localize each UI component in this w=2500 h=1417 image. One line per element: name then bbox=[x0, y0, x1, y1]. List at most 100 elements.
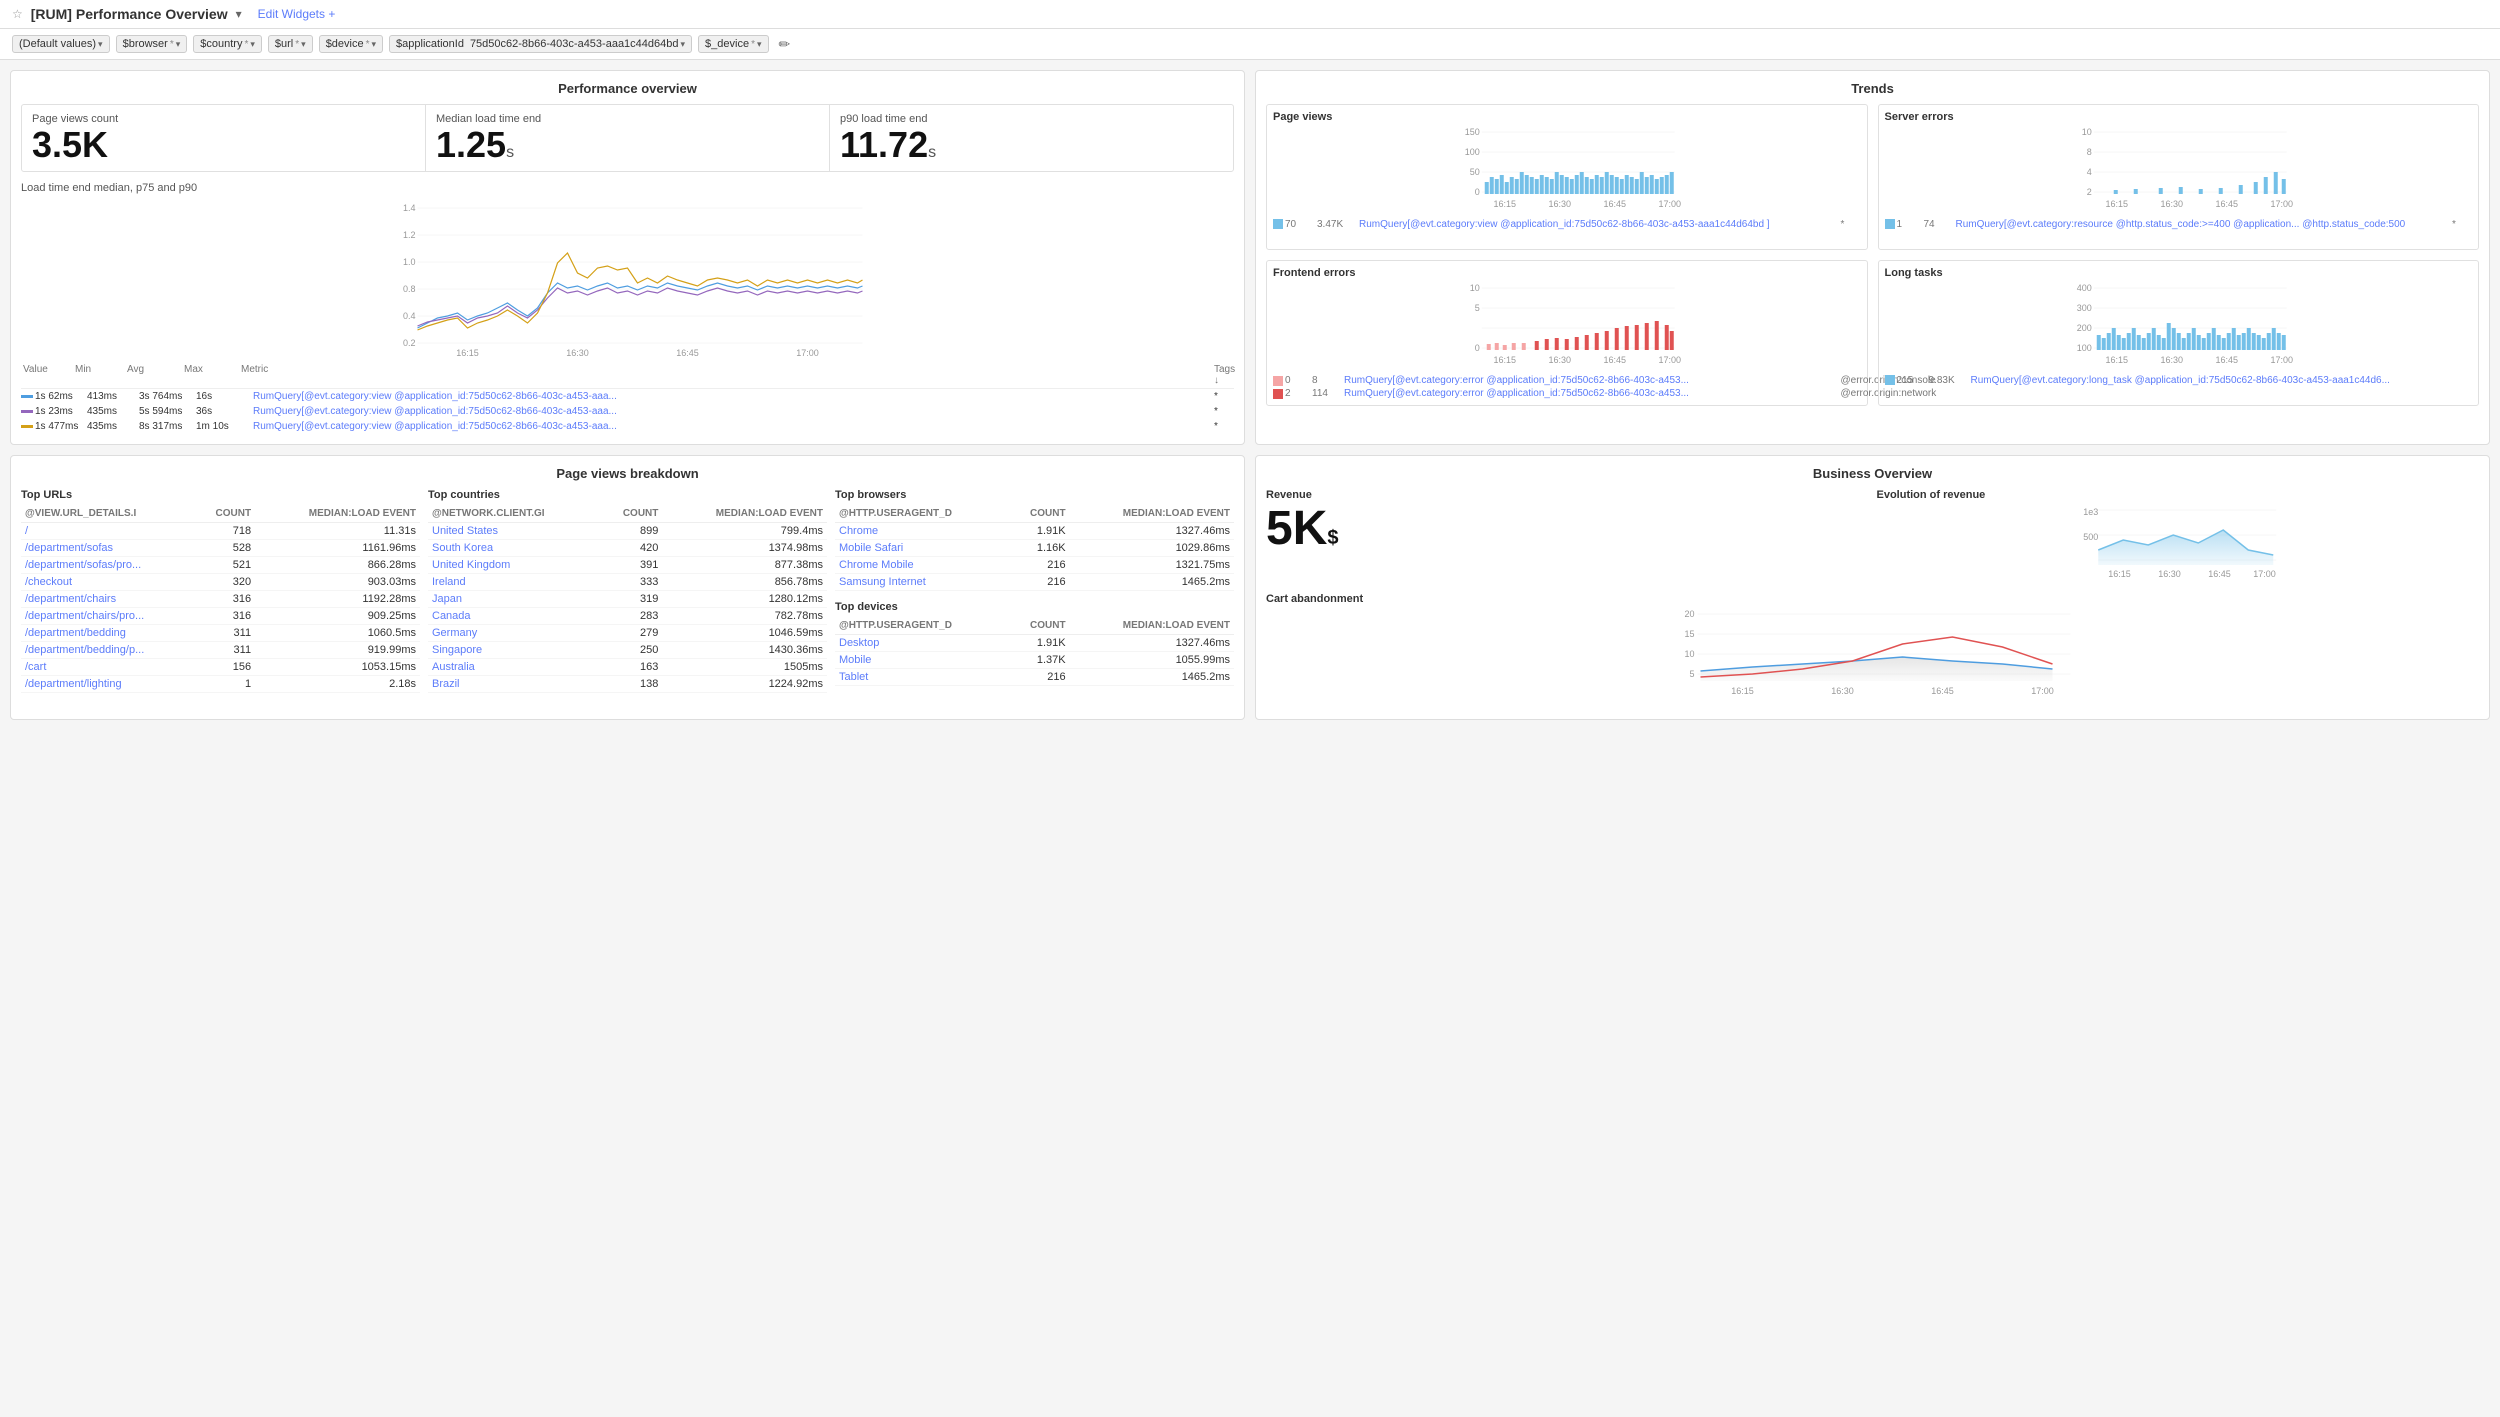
filter-device2[interactable]: $_device * ▾ bbox=[698, 35, 768, 53]
svg-text:1.0: 1.0 bbox=[403, 257, 416, 267]
svg-text:100: 100 bbox=[2076, 343, 2091, 353]
svg-text:1.4: 1.4 bbox=[403, 203, 416, 213]
svg-text:0: 0 bbox=[1475, 343, 1480, 353]
svg-text:16:30: 16:30 bbox=[1548, 355, 1571, 365]
cart-abandonment-chart: 20 15 10 5 16:15 16:30 16:45 17:00 bbox=[1266, 609, 2479, 709]
pv-legend-color bbox=[1273, 219, 1283, 229]
filter-url[interactable]: $url * ▾ bbox=[268, 35, 313, 53]
long-tasks-chart: 400 300 200 100 bbox=[1885, 283, 2473, 373]
legend-color-blue bbox=[21, 395, 33, 398]
svg-text:16:30: 16:30 bbox=[1831, 686, 1854, 696]
svg-text:16:15: 16:15 bbox=[456, 348, 479, 358]
table-row: Mobile1.37K1055.99ms bbox=[835, 652, 1234, 669]
business-overview-panel: Business Overview Revenue 5K$ Evolution … bbox=[1255, 455, 2490, 720]
median-load-value: 1.25s bbox=[436, 127, 819, 163]
filter-toolbar: (Default values) ▾ $browser * ▾ $country… bbox=[0, 29, 2500, 60]
top-countries-section: Top countries @NETWORK.CLIENT.GI COUNT M… bbox=[428, 489, 827, 693]
business-overview-title: Business Overview bbox=[1266, 466, 2479, 481]
breakdown-tables: Top URLs @VIEW.URL_DETAILS.I COUNT MEDIA… bbox=[21, 489, 1234, 693]
cart-abandonment-section: Cart abandonment 20 15 10 5 bbox=[1266, 593, 2479, 709]
edit-widgets-button[interactable]: Edit Widgets + bbox=[258, 7, 336, 21]
filter-application-id[interactable]: $applicationId 75d50c62-8b66-403c-a453-a… bbox=[389, 35, 692, 53]
fe-legend-color-1 bbox=[1273, 376, 1283, 386]
page-views-metric: Page views count 3.5K bbox=[22, 105, 426, 171]
svg-text:16:45: 16:45 bbox=[2215, 199, 2238, 209]
business-grid: Revenue 5K$ Evolution of revenue bbox=[1266, 489, 2479, 709]
dropdown-arrow-icon: ▾ bbox=[372, 39, 377, 50]
filter-device[interactable]: $device * ▾ bbox=[319, 35, 383, 53]
page-views-breakdown-panel: Page views breakdown Top URLs @VIEW.URL_… bbox=[10, 455, 1245, 720]
svg-text:0.8: 0.8 bbox=[403, 284, 416, 294]
filter-default-values[interactable]: (Default values) ▾ bbox=[12, 35, 110, 53]
svg-text:10: 10 bbox=[1470, 283, 1480, 293]
table-row: /department/bedding3111060.5ms bbox=[21, 625, 420, 642]
revenue-evolution-chart: 1e3 500 16:15 16:30 16:45 17:00 bbox=[1877, 505, 2480, 585]
svg-text:5: 5 bbox=[1475, 303, 1480, 313]
revenue-value: 5K$ bbox=[1266, 505, 1869, 553]
fe-legend-color-2 bbox=[1273, 389, 1283, 399]
svg-text:16:45: 16:45 bbox=[2208, 569, 2231, 579]
svg-text:0.2: 0.2 bbox=[403, 338, 416, 348]
svg-text:50: 50 bbox=[1470, 167, 1480, 177]
dropdown-arrow-icon: ▾ bbox=[250, 39, 255, 50]
edit-dashboard-icon[interactable]: ✏ bbox=[779, 36, 791, 53]
svg-text:4: 4 bbox=[2086, 167, 2091, 177]
lt-legend-color bbox=[1885, 375, 1895, 385]
filter-browser[interactable]: $browser * ▾ bbox=[116, 35, 188, 53]
load-time-chart-container: Load time end median, p75 and p90 1.4 1.… bbox=[21, 182, 1234, 434]
dropdown-arrow-icon: ▾ bbox=[98, 39, 103, 50]
table-row: South Korea4201374.98ms bbox=[428, 540, 827, 557]
svg-text:16:30: 16:30 bbox=[2160, 355, 2183, 365]
page-views-value: 3.5K bbox=[32, 127, 415, 163]
svg-text:17:00: 17:00 bbox=[2270, 355, 2293, 365]
table-row: /department/sofas/pro...521866.28ms bbox=[21, 557, 420, 574]
svg-text:16:45: 16:45 bbox=[676, 348, 699, 358]
filter-country[interactable]: $country * ▾ bbox=[193, 35, 262, 53]
legend-row-1: 1s 62ms 413ms 3s 764ms 16s RumQuery[@evt… bbox=[21, 389, 1234, 404]
svg-text:16:45: 16:45 bbox=[1603, 355, 1626, 365]
svg-text:10: 10 bbox=[1684, 649, 1694, 659]
page-title: [RUM] Performance Overview bbox=[31, 6, 228, 22]
svg-text:16:15: 16:15 bbox=[2105, 199, 2128, 209]
svg-text:16:15: 16:15 bbox=[1493, 199, 1516, 209]
svg-text:16:45: 16:45 bbox=[2215, 355, 2238, 365]
svg-text:17:00: 17:00 bbox=[2270, 199, 2293, 209]
table-row: /department/sofas5281161.96ms bbox=[21, 540, 420, 557]
dropdown-arrow-icon: ▾ bbox=[757, 39, 762, 50]
svg-text:300: 300 bbox=[2076, 303, 2091, 313]
load-time-chart: 1.4 1.2 1.0 0.8 0.4 0.2 16:15 16:30 16:4… bbox=[21, 198, 1234, 358]
table-row: /checkout320903.03ms bbox=[21, 574, 420, 591]
performance-overview-title: Performance overview bbox=[21, 81, 1234, 96]
table-row: Brazil1381224.92ms bbox=[428, 676, 827, 693]
page-views-trend: Page views 150 100 50 0 bbox=[1266, 104, 1868, 250]
top-browsers-table: @HTTP.USERAGENT_D COUNT MEDIAN:LOAD EVEN… bbox=[835, 505, 1234, 591]
svg-text:1.2: 1.2 bbox=[403, 230, 416, 240]
bottom-area: Page views breakdown Top URLs @VIEW.URL_… bbox=[0, 455, 2500, 730]
table-row: /71811.31s bbox=[21, 523, 420, 540]
svg-text:16:15: 16:15 bbox=[1493, 355, 1516, 365]
svg-text:16:15: 16:15 bbox=[1731, 686, 1754, 696]
main-content: Performance overview Page views count 3.… bbox=[0, 60, 2500, 455]
title-chevron-icon[interactable]: ▾ bbox=[236, 7, 242, 21]
frontend-errors-chart: 10 5 0 bbox=[1273, 283, 1861, 373]
table-row: Mobile Safari1.16K1029.86ms bbox=[835, 540, 1234, 557]
revenue-section: Revenue 5K$ bbox=[1266, 489, 1869, 585]
star-icon[interactable]: ☆ bbox=[12, 7, 23, 21]
p90-load-value: 11.72s bbox=[840, 127, 1223, 163]
svg-text:0: 0 bbox=[1475, 187, 1480, 197]
server-errors-trend: Server errors 10 8 4 2 bbox=[1878, 104, 2480, 250]
svg-text:17:00: 17:00 bbox=[2253, 569, 2276, 579]
svg-text:16:15: 16:15 bbox=[2108, 569, 2131, 579]
svg-text:16:30: 16:30 bbox=[566, 348, 589, 358]
top-devices-table: @HTTP.USERAGENT_D COUNT MEDIAN:LOAD EVEN… bbox=[835, 617, 1234, 686]
table-row: Australia1631505ms bbox=[428, 659, 827, 676]
table-row: /department/chairs/pro...316909.25ms bbox=[21, 608, 420, 625]
trends-title: Trends bbox=[1266, 81, 2479, 96]
table-row: Canada283782.78ms bbox=[428, 608, 827, 625]
svg-text:17:00: 17:00 bbox=[2031, 686, 2054, 696]
svg-text:10: 10 bbox=[2081, 127, 2091, 137]
revenue-evolution-section: Evolution of revenue 1e3 500 bbox=[1877, 489, 2480, 585]
dropdown-arrow-icon: ▾ bbox=[176, 39, 181, 50]
dropdown-arrow-icon: ▾ bbox=[681, 39, 686, 50]
table-row: Ireland333856.78ms bbox=[428, 574, 827, 591]
